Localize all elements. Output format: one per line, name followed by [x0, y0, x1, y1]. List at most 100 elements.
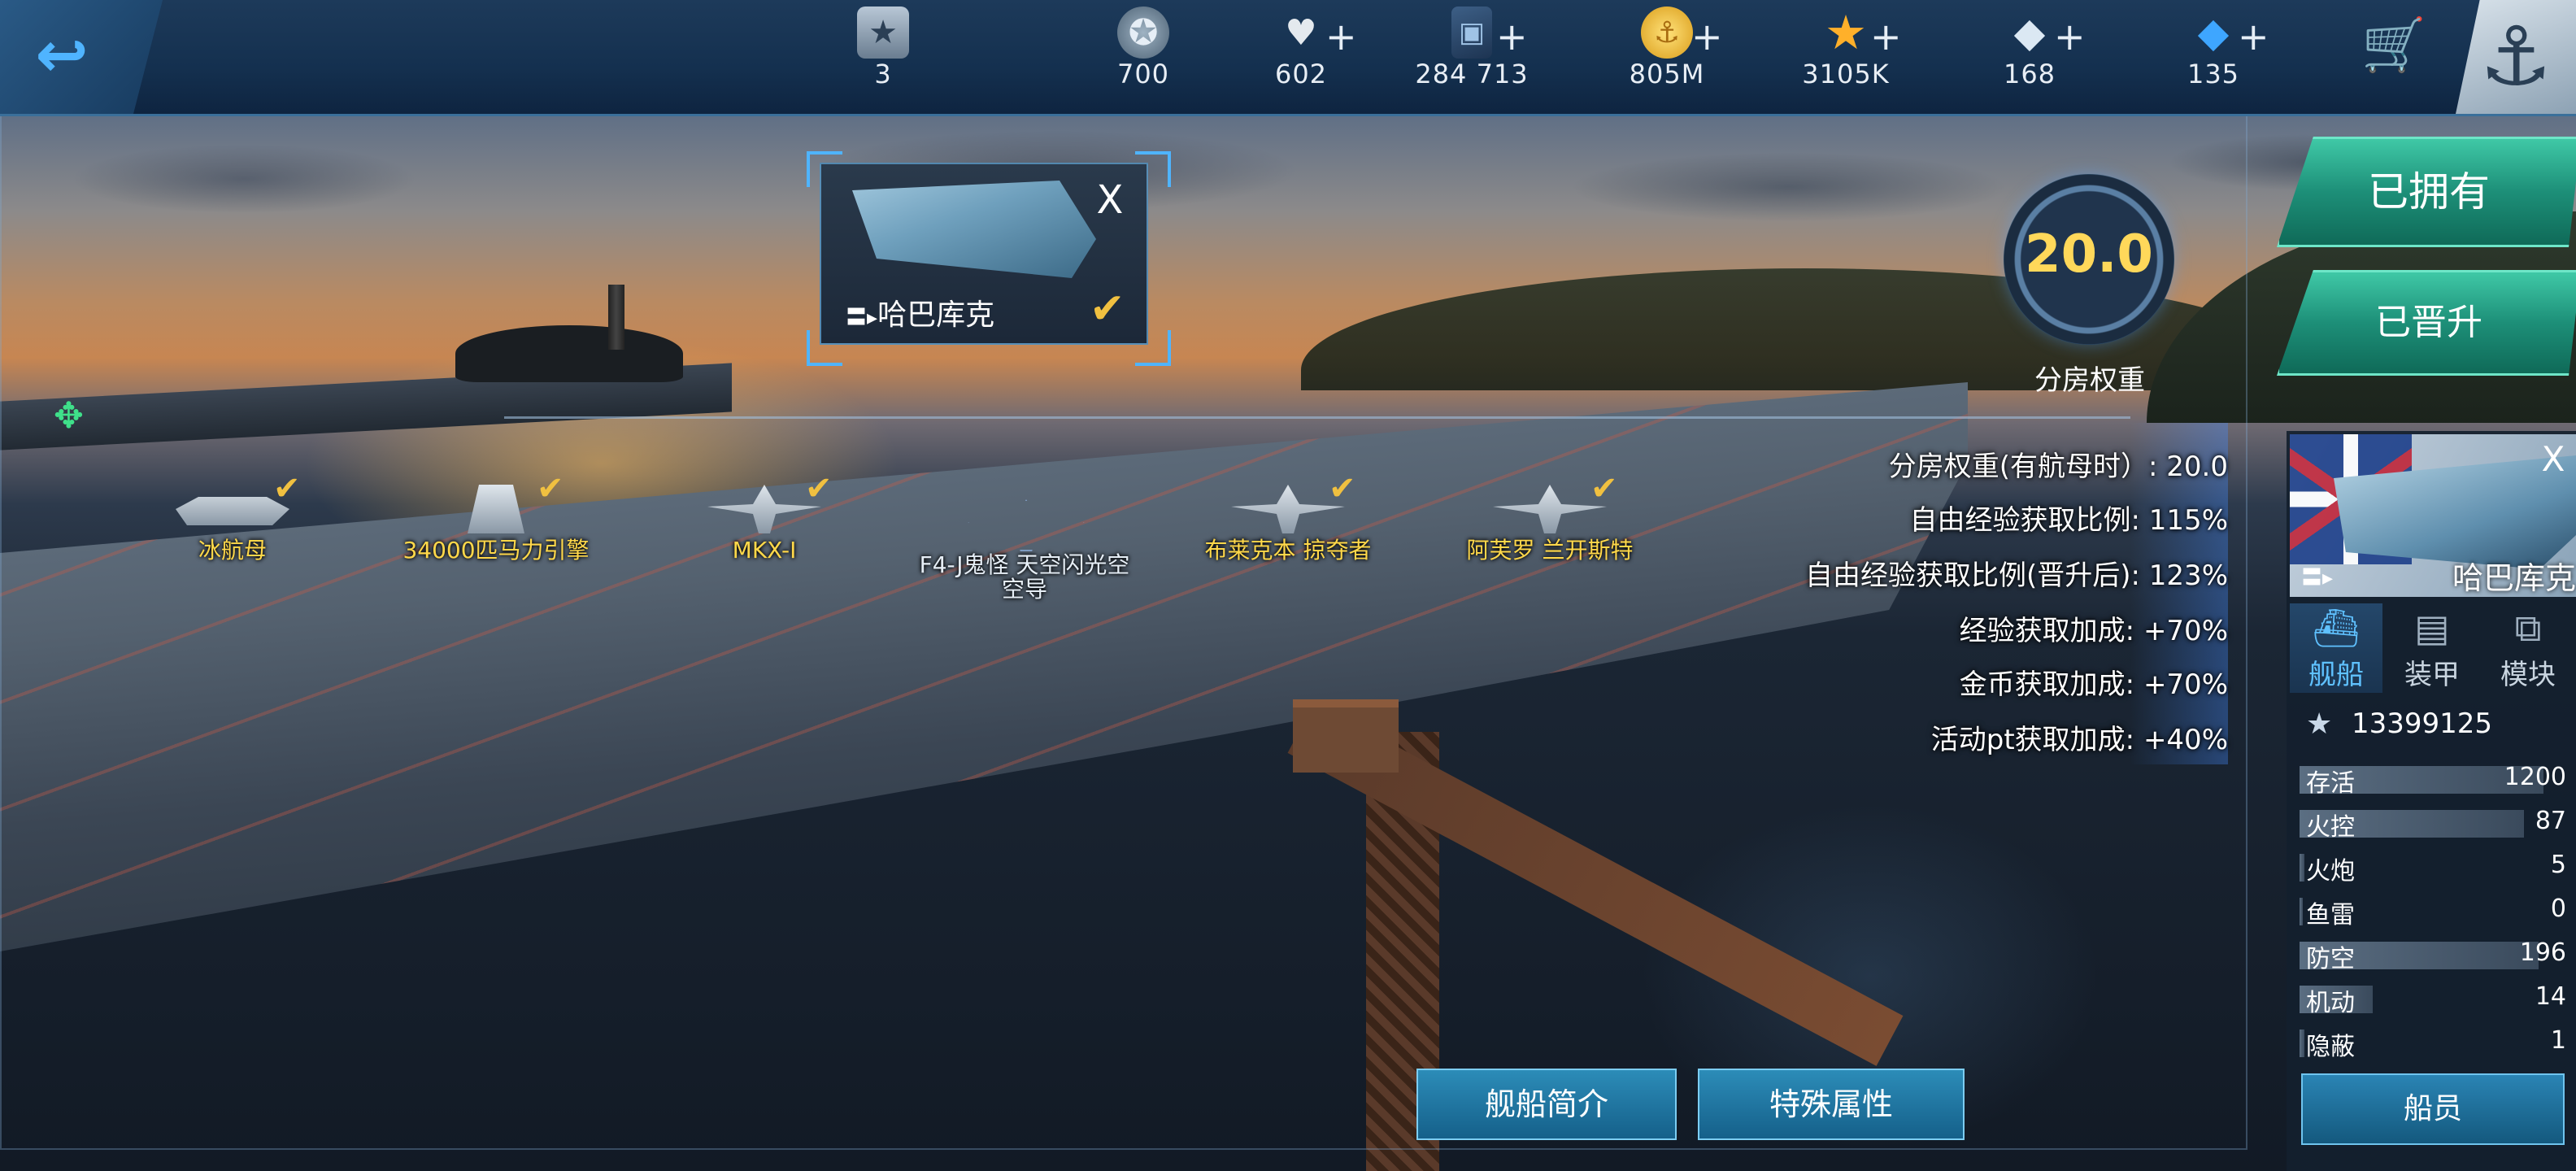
aircraft-icon: [1493, 485, 1607, 533]
tab-module[interactable]: ⧉ 模块: [2482, 603, 2574, 693]
attribute-row: 火控 87: [2300, 803, 2566, 842]
selected-ship-name-text: 哈巴库克: [877, 298, 995, 332]
check-icon: ✔: [273, 470, 301, 507]
armor-icon: ▤: [2414, 606, 2450, 650]
combat-score: 13399125: [2352, 707, 2493, 740]
ship-icon: ⛴: [2312, 606, 2361, 650]
back-arrow-icon[interactable]: ↩: [21, 15, 102, 96]
attribute-row: 存活 1200: [2300, 760, 2566, 798]
stat-row: 金币获取加成: +70%: [1708, 662, 2228, 711]
equipment-slot[interactable]: ✔ 布莱克本 掠夺者: [1182, 470, 1394, 582]
diamond-plus-icon[interactable]: +: [2054, 15, 2086, 59]
attribute-label: 鱼雷: [2306, 901, 2355, 929]
card-plus-icon[interactable]: +: [1496, 15, 1528, 59]
close-icon[interactable]: X: [2534, 439, 2573, 480]
stat-row: 自由经验获取比例: 115%: [1708, 498, 2228, 546]
equipment-slot[interactable]: ✔ 阿芙罗 兰开斯特: [1444, 470, 1656, 582]
stat-value: 20.0: [2166, 451, 2228, 483]
stat-row: 自由经验获取比例(晋升后): 123%: [1708, 553, 2228, 602]
lighthouse-rock: [455, 325, 683, 382]
stat-value: +40%: [2143, 724, 2228, 756]
stat-label: 分房权重(有航母时）:: [1888, 451, 2158, 483]
ship-intro-button[interactable]: 舰船简介: [1416, 1069, 1677, 1140]
check-icon: ✔: [1590, 470, 1618, 507]
attribute-value: 0: [2550, 895, 2566, 923]
resource-medal[interactable]: ✪ 700: [1054, 0, 1233, 114]
crane-cab: [1293, 699, 1399, 773]
aircraft-icon: [707, 485, 821, 533]
shop-cart-icon[interactable]: 🛒: [2355, 15, 2433, 88]
resource-diamond[interactable]: ◆ + 168: [1940, 0, 2119, 114]
attribute-label: 火炮: [2306, 857, 2355, 886]
tab-label: 装甲: [2404, 659, 2460, 691]
target-marker-icon[interactable]: ✥: [54, 395, 94, 437]
promoted-button[interactable]: 已晋升: [2277, 270, 2576, 376]
resource-star[interactable]: ★ + 3105K: [1756, 0, 1935, 114]
lighthouse: [608, 285, 624, 350]
special-attributes-button[interactable]: 特殊属性: [1698, 1069, 1965, 1140]
crystal-plus-icon[interactable]: +: [2238, 15, 2269, 59]
engine-icon: [468, 485, 524, 533]
rank-badge-icon: ★: [857, 7, 909, 59]
stat-value: 115%: [2148, 504, 2228, 537]
check-icon: ✔: [805, 470, 833, 507]
attribute-label: 火控: [2306, 813, 2355, 842]
slot-name: F4-J鬼怪 天空闪光空空导: [919, 551, 1130, 603]
ship-icon: [176, 497, 289, 525]
weight-value: 20.0: [2025, 224, 2153, 285]
attribute-value: 1200: [2504, 763, 2566, 791]
slot-name: MKX-I: [732, 537, 797, 564]
owned-button[interactable]: 已拥有: [2277, 137, 2576, 247]
crew-button[interactable]: 船员: [2301, 1073, 2565, 1145]
attribute-bar: [2300, 854, 2304, 882]
tab-label: 舰船: [2308, 659, 2364, 691]
weight-caption: 分房权重: [2034, 364, 2145, 397]
heart-value: 602: [1274, 59, 1328, 89]
card-corner-br: [1135, 330, 1171, 366]
equipment-slot[interactable]: ✔ 34000匹马力引擎: [390, 470, 602, 582]
attribute-value: 14: [2535, 982, 2566, 1011]
slot-name: 34000匹马力引擎: [402, 537, 590, 564]
equipment-slot[interactable]: F4-J鬼怪 天空闪光空空导: [919, 499, 1130, 602]
tab-armor[interactable]: ▤ 装甲: [2386, 603, 2478, 693]
equipment-slot[interactable]: ✔ MKX-I: [659, 470, 870, 582]
selected-ship-name: 〓▸哈巴库克: [846, 291, 1041, 332]
attribute-value: 87: [2535, 807, 2566, 835]
heart-plus-icon[interactable]: +: [1325, 15, 1357, 59]
stat-row: 活动pt获取加成: +40%: [1708, 717, 2228, 766]
resource-gold[interactable]: ⚓ + 805M: [1577, 0, 1756, 114]
resource-crystal[interactable]: ◆ + 135: [2124, 0, 2303, 114]
attribute-label: 防空: [2306, 945, 2355, 973]
check-icon: ✔: [537, 470, 564, 507]
gold-value: 805M: [1629, 59, 1705, 89]
slot-name: 冰航母: [198, 537, 267, 564]
gold-coin-icon: ⚓: [1641, 7, 1693, 59]
attribute-row: 隐蔽 1: [2300, 1023, 2566, 1061]
tab-ship[interactable]: ⛴ 舰船: [2290, 603, 2382, 693]
equip-arrow-icon: 〓▸: [846, 306, 878, 330]
attribute-row: 机动 14: [2300, 979, 2566, 1017]
gold-plus-icon[interactable]: +: [1691, 15, 1723, 59]
card-value: 284 713: [1415, 59, 1529, 89]
aircraft-outline-icon: [968, 499, 1085, 551]
equip-arrow-icon: 〓▸: [2301, 566, 2334, 590]
stat-label: 自由经验获取比例:: [1909, 504, 2140, 537]
tab-label: 模块: [2500, 659, 2556, 691]
stat-value: 123%: [2148, 559, 2228, 592]
slot-name: 阿芙罗 兰开斯特: [1466, 537, 1634, 564]
attribute-label: 隐蔽: [2306, 1033, 2355, 1061]
attribute-value: 1: [2550, 1026, 2566, 1055]
star-plus-icon[interactable]: +: [1870, 15, 1902, 59]
resource-card[interactable]: ▣ + 284 713: [1382, 0, 1561, 114]
resource-rank[interactable]: ★ 3: [794, 0, 973, 114]
diamond-icon: ◆: [2013, 9, 2046, 56]
slot-name: 布莱克本 掠夺者: [1204, 537, 1372, 564]
stat-value: +70%: [2143, 615, 2228, 647]
star-icon: ★: [1825, 5, 1867, 60]
module-icon: ⧉: [2514, 606, 2542, 650]
card-corner-tl: [807, 151, 842, 187]
equipment-slot[interactable]: ✔ 冰航母: [127, 470, 338, 582]
close-icon[interactable]: X: [1090, 177, 1130, 226]
resource-heart[interactable]: ♥ + 602: [1212, 0, 1390, 114]
check-icon: ✔: [1090, 285, 1125, 333]
